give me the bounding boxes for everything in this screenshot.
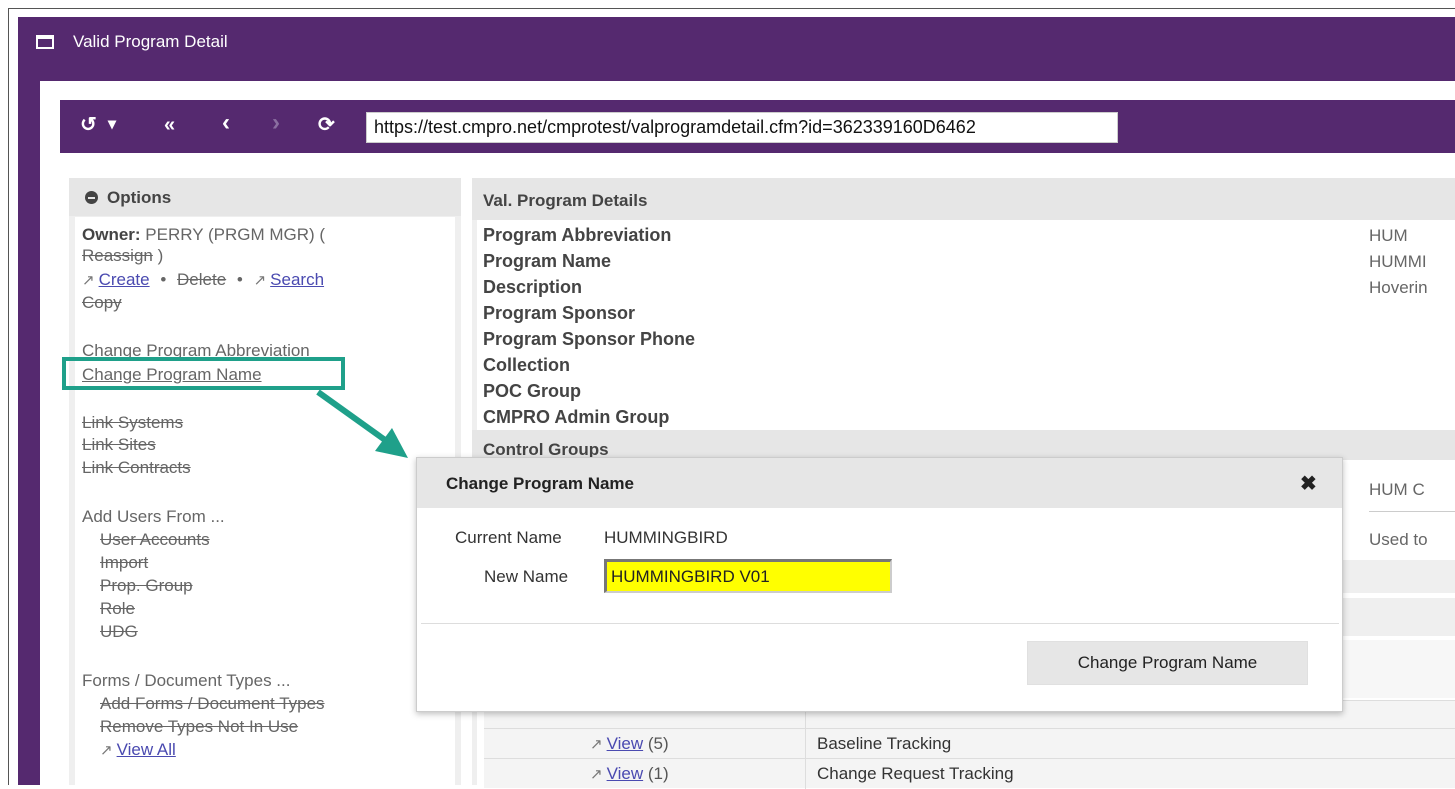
view-cell: ↗ View (5): [590, 734, 669, 754]
reassign-link: Reassign: [82, 246, 153, 265]
window-title: Valid Program Detail: [73, 32, 228, 51]
dialog-divider: [421, 623, 1339, 624]
owner-label: Owner:: [82, 225, 141, 244]
row-description: Baseline Tracking: [817, 734, 952, 753]
dialog-title: Change Program Name: [446, 474, 634, 493]
user-accounts-link: User Accounts: [100, 530, 210, 549]
view-all-link[interactable]: View All: [117, 740, 176, 759]
details-header: Val. Program Details: [472, 178, 1455, 220]
external-link-icon: ↗: [590, 736, 603, 753]
prop-group-link: Prop. Group: [100, 576, 193, 595]
field-value-abbreviation: HUM: [1369, 226, 1408, 245]
create-link[interactable]: Create: [99, 270, 150, 289]
link-sites-link: Link Sites: [82, 435, 156, 454]
window-titlebar: Valid Program Detail: [18, 17, 1455, 65]
field-label-admin-group: CMPRO Admin Group: [483, 407, 670, 427]
link-contracts-link: Link Contracts: [82, 458, 191, 477]
view-count: (5): [647, 734, 669, 753]
field-value-description: Hoverin: [1369, 278, 1428, 297]
owner-line: Owner: PERRY (PRGM MGR) (: [82, 225, 325, 245]
bullet-separator: •: [236, 270, 243, 289]
table-row: ↗ View (1) Change Request Tracking: [484, 758, 1455, 789]
refresh-icon[interactable]: ⟳: [318, 112, 335, 138]
change-program-name-button[interactable]: Change Program Name: [1027, 641, 1308, 685]
forms-doc-types-label: Forms / Document Types ...: [82, 671, 291, 690]
bullet-separator: •: [160, 270, 167, 289]
udg-link: UDG: [100, 622, 138, 641]
external-link-icon: ↗: [100, 742, 113, 759]
field-label-description: Description: [483, 277, 583, 297]
owner-value: PERRY (PRGM MGR) (: [145, 225, 326, 244]
new-name-label: New Name: [484, 567, 569, 586]
delete-link: Delete: [177, 270, 227, 289]
view-all-line: ↗ View All: [100, 740, 176, 761]
view-link[interactable]: View: [607, 734, 644, 753]
history-icon[interactable]: ↺: [80, 112, 97, 138]
row-description: Change Request Tracking: [817, 764, 1014, 783]
field-label-sponsor: Program Sponsor: [483, 303, 636, 323]
close-icon[interactable]: ✖: [1300, 471, 1317, 496]
options-header[interactable]: Options: [69, 178, 461, 216]
view-cell: ↗ View (1): [590, 764, 669, 784]
reassign-close-paren: ): [157, 246, 164, 265]
current-name-value: HUMMINGBIRD: [604, 528, 728, 547]
copy-link: Copy: [82, 293, 122, 312]
external-link-icon: ↗: [82, 272, 95, 289]
field-label-sponsor-phone: Program Sponsor Phone: [483, 329, 696, 349]
current-name-label: Current Name: [455, 528, 562, 547]
back-icon[interactable]: ‹: [222, 110, 230, 136]
first-page-icon[interactable]: «: [164, 112, 175, 138]
forward-icon: ›: [272, 109, 280, 136]
reassign-line: Reassign ): [82, 246, 163, 266]
field-label-name: Program Name: [483, 251, 612, 271]
collapse-icon[interactable]: [85, 191, 98, 204]
chevron-down-icon[interactable]: ▾: [108, 112, 116, 138]
options-title: Options: [107, 188, 172, 207]
view-link[interactable]: View: [607, 764, 644, 783]
change-name-dialog: Change Program Name ✖ Current Name HUMMI…: [416, 457, 1343, 712]
control-groups-header: Control Groups: [472, 430, 1455, 460]
highlight-box: [62, 357, 345, 390]
external-link-icon: ↗: [253, 272, 267, 289]
details-title: Val. Program Details: [483, 191, 648, 210]
dialog-header: Change Program Name ✖: [417, 458, 1342, 508]
control-group-desc: Used to: [1369, 530, 1428, 549]
control-group-value: HUM C: [1369, 480, 1425, 499]
add-forms-link: Add Forms / Document Types: [100, 694, 325, 713]
search-link[interactable]: Search: [270, 270, 324, 289]
divider: [1369, 511, 1455, 512]
import-link: Import: [100, 553, 149, 572]
field-label-collection: Collection: [483, 355, 571, 375]
add-users-from-label: Add Users From ...: [82, 507, 225, 526]
create-delete-search-line: ↗ Create • Delete • ↗ Search: [82, 270, 324, 291]
new-name-input[interactable]: [604, 559, 892, 593]
field-label-abbreviation: Program Abbreviation: [483, 225, 672, 245]
window-icon: [36, 35, 54, 49]
url-field[interactable]: https://test.cmpro.net/cmprotest/valprog…: [366, 112, 1118, 143]
role-link: Role: [100, 599, 135, 618]
field-value-name: HUMMI: [1369, 252, 1427, 271]
field-label-poc-group: POC Group: [483, 381, 581, 401]
link-systems-link: Link Systems: [82, 413, 184, 432]
external-link-icon: ↗: [590, 766, 603, 783]
remove-types-link: Remove Types Not In Use: [100, 717, 299, 736]
view-count: (1): [647, 764, 669, 783]
table-row: ↗ View (5) Baseline Tracking: [484, 728, 1455, 759]
